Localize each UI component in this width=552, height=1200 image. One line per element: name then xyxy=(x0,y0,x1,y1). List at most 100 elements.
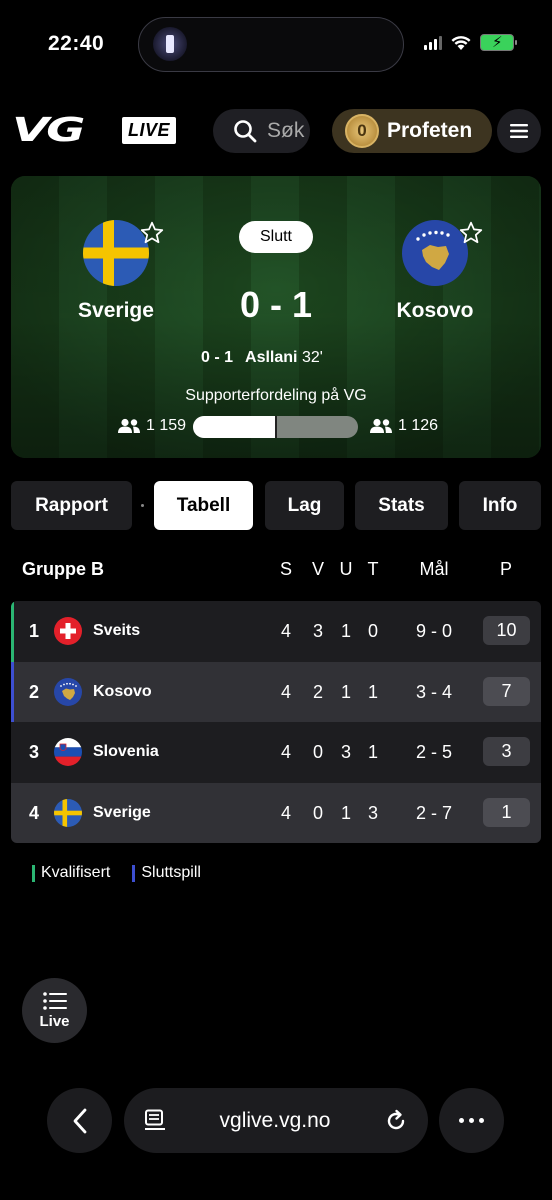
people-icon xyxy=(370,418,392,433)
row-goals: 9 - 0 xyxy=(415,621,453,641)
tab-separator-dot xyxy=(141,504,144,507)
row-played: 4 xyxy=(280,621,291,641)
row-lost: 1 xyxy=(367,681,378,702)
match-score: 0 - 1 xyxy=(239,284,313,325)
row-played: 4 xyxy=(280,681,291,702)
more-dot xyxy=(479,1118,484,1123)
hamburger-menu-icon xyxy=(510,124,528,138)
tab-stats[interactable]: Stats xyxy=(355,481,448,530)
supporter-distribution-title: Supporterfordeling på VG xyxy=(185,387,367,404)
goal-event-score: 0 - 1 xyxy=(201,349,234,366)
url-text[interactable]: vglive.vg.no xyxy=(220,1109,331,1133)
col-header-goals: Mål xyxy=(419,559,449,579)
status-icons: ⚡ xyxy=(424,34,517,51)
row-won: 3 xyxy=(312,621,323,641)
more-dot xyxy=(459,1118,464,1123)
row-played: 4 xyxy=(280,742,291,762)
match-card: Sverige Kosovo Slutt 0 - 1 0 - 1 Asllani… xyxy=(11,176,541,458)
away-team-name[interactable]: Kosovo xyxy=(355,299,515,323)
legend-playoff-label: Sluttspill xyxy=(141,864,201,881)
search-icon xyxy=(234,120,257,143)
col-header-played: S xyxy=(279,559,292,579)
reload-icon[interactable] xyxy=(384,1109,408,1133)
favorite-star-icon[interactable] xyxy=(458,220,484,246)
col-header-drawn: U xyxy=(339,559,353,579)
logo-vg: VG xyxy=(12,110,85,149)
row-position: 2 xyxy=(29,681,40,702)
qualified-indicator xyxy=(11,601,14,662)
chevron-left-icon xyxy=(73,1108,86,1133)
row-won: 2 xyxy=(312,681,323,702)
profeten-label: Profeten xyxy=(387,119,473,142)
switzerland-flag-icon xyxy=(54,617,82,645)
tab-lag[interactable]: Lag xyxy=(265,481,344,530)
status-time: 22:40 xyxy=(48,32,105,55)
standings-legend: Kvalifisert Sluttspill xyxy=(32,864,201,882)
legend-playoff: Sluttspill xyxy=(132,864,201,882)
home-supporters: 1 159 xyxy=(117,417,186,435)
supporter-distribution-bar xyxy=(193,416,358,438)
row-drawn: 1 xyxy=(340,621,351,641)
more-dot xyxy=(469,1118,474,1123)
row-team-name: Sveits xyxy=(93,622,141,639)
search-button[interactable]: Søk xyxy=(213,109,310,153)
row-won: 0 xyxy=(312,802,323,823)
row-lost: 3 xyxy=(367,802,378,823)
menu-button[interactable] xyxy=(497,109,541,153)
row-lost: 0 xyxy=(367,621,378,641)
row-drawn: 3 xyxy=(340,742,351,762)
row-position: 4 xyxy=(29,802,40,823)
tab-rapport[interactable]: Rapport xyxy=(11,481,132,530)
col-header-points: P xyxy=(499,559,512,579)
favorite-star-icon[interactable] xyxy=(139,220,165,246)
wifi-icon xyxy=(451,35,471,50)
goal-minute: 32' xyxy=(301,349,323,366)
table-row[interactable]: 3 Slovenia 4 0 3 1 2 - 5 3 xyxy=(11,722,541,783)
row-drawn: 1 xyxy=(340,681,351,702)
col-header-won: V xyxy=(311,559,324,579)
group-title: Gruppe B xyxy=(22,559,105,579)
live-button[interactable]: Live xyxy=(22,978,87,1043)
vg-live-logo[interactable]: VG LIVE xyxy=(12,110,177,149)
row-goals: 3 - 4 xyxy=(415,681,453,702)
home-team-name[interactable]: Sverige xyxy=(36,299,196,323)
tab-info[interactable]: Info xyxy=(459,481,541,530)
row-points: 1 xyxy=(483,797,530,827)
address-bar[interactable]: vglive.vg.no xyxy=(124,1088,428,1153)
row-points: 7 xyxy=(483,676,530,706)
goal-event: 0 - 1 Asllani 32' xyxy=(201,349,411,367)
back-button[interactable] xyxy=(47,1088,112,1153)
row-goals: 2 - 5 xyxy=(415,742,453,762)
kosovo-flag-icon xyxy=(54,677,82,706)
reader-mode-icon[interactable] xyxy=(144,1109,166,1133)
live-button-label: Live xyxy=(39,1012,70,1030)
table-row[interactable]: 1 Sveits 4 3 1 0 9 - 0 10 xyxy=(11,601,541,662)
row-points: 3 xyxy=(483,737,530,766)
flashlight-icon xyxy=(153,27,187,61)
col-header-lost: T xyxy=(367,559,379,579)
table-row[interactable]: 2 Kosovo 4 2 1 1 3 - 4 7 xyxy=(11,661,541,722)
row-drawn: 1 xyxy=(340,802,351,823)
sweden-flag-icon xyxy=(54,798,82,827)
table-row[interactable]: 4 Sverige 4 0 1 3 2 - 7 1 xyxy=(11,782,541,843)
list-icon xyxy=(42,991,67,1010)
search-placeholder: Søk xyxy=(267,119,305,142)
tab-tabell[interactable]: Tabell xyxy=(154,481,253,530)
row-lost: 1 xyxy=(367,742,378,762)
row-position: 3 xyxy=(29,742,40,762)
home-supporters-count: 1 159 xyxy=(146,417,187,434)
row-team-name: Kosovo xyxy=(93,682,152,700)
row-team-name: Sverige xyxy=(93,803,151,821)
row-played: 4 xyxy=(280,802,291,823)
legend-qualified-label: Kvalifisert xyxy=(41,864,111,881)
away-supporters: 1 126 xyxy=(369,417,438,435)
qualified-color-mark xyxy=(32,864,35,882)
playoff-indicator xyxy=(11,661,14,722)
profeten-button[interactable]: 0 Profeten xyxy=(332,109,492,153)
slovenia-flag-icon xyxy=(54,738,82,766)
more-options-button[interactable] xyxy=(439,1088,504,1153)
battery-charging-icon: ⚡ xyxy=(480,34,517,51)
dynamic-island xyxy=(138,17,404,72)
row-points: 10 xyxy=(483,616,530,645)
match-status-badge: Slutt xyxy=(239,221,313,253)
